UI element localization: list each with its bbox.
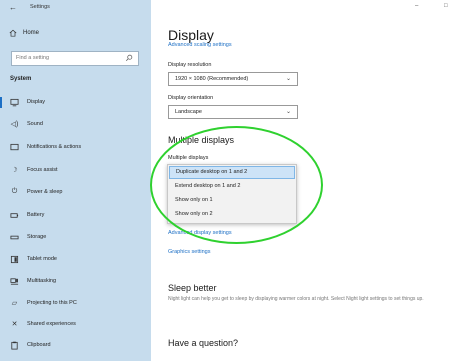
tablet-icon bbox=[10, 255, 19, 264]
sidebar-item-battery[interactable]: Battery bbox=[0, 207, 151, 223]
speaker-icon: ◁) bbox=[10, 121, 19, 128]
section-label-system: System bbox=[10, 76, 32, 82]
sidebar-item-display[interactable]: Display bbox=[0, 94, 151, 110]
monitor-icon bbox=[10, 98, 19, 107]
sidebar-item-label: Storage bbox=[27, 234, 47, 240]
resolution-dropdown[interactable]: 1920 × 1080 (Recommended) ⌄ bbox=[168, 72, 298, 86]
chevron-down-icon: ⌄ bbox=[285, 76, 291, 82]
back-arrow-icon[interactable]: ← bbox=[9, 3, 17, 12]
graphics-settings-link[interactable]: Graphics settings bbox=[168, 249, 211, 255]
sidebar-item-storage[interactable]: Storage bbox=[0, 229, 151, 245]
sidebar-item-label: Clipboard bbox=[27, 342, 51, 348]
clipboard-icon bbox=[10, 341, 19, 350]
orientation-label: Display orientation bbox=[168, 95, 214, 101]
page-title: Display bbox=[168, 27, 214, 43]
multiple-displays-label: Multiple displays bbox=[168, 155, 209, 161]
sidebar-item-focus-assist[interactable]: ☽ Focus assist bbox=[0, 162, 151, 178]
sidebar-item-label: Focus assist bbox=[27, 167, 58, 173]
sidebar-item-sound[interactable]: ◁) Sound bbox=[0, 116, 151, 132]
sidebar-item-label: Shared experiences bbox=[27, 321, 76, 327]
resolution-label: Display resolution bbox=[168, 62, 212, 68]
battery-icon bbox=[10, 211, 19, 220]
dropdown-option[interactable]: Show only on 1 bbox=[169, 194, 295, 207]
sidebar-item-notifications[interactable]: Notifications & actions bbox=[0, 139, 151, 155]
sidebar-item-label: Tablet mode bbox=[27, 256, 57, 262]
sidebar-item-shared-experiences[interactable]: ✕ Shared experiences bbox=[0, 316, 151, 332]
sidebar-item-label: Notifications & actions bbox=[27, 144, 82, 150]
advanced-scaling-link[interactable]: Advanced scaling settings bbox=[168, 42, 232, 48]
app-title: Settings bbox=[30, 4, 50, 10]
dropdown-option[interactable]: Duplicate desktop on 1 and 2 bbox=[169, 166, 295, 179]
resolution-value: 1920 × 1080 (Recommended) bbox=[175, 76, 249, 82]
search-input[interactable]: Find a setting bbox=[11, 51, 139, 66]
home-label: Home bbox=[23, 30, 40, 36]
title-bar: ← Settings bbox=[0, 0, 151, 16]
chevron-down-icon: ⌄ bbox=[285, 109, 291, 115]
orientation-value: Landscape bbox=[175, 109, 202, 115]
sidebar-item-label: Sound bbox=[27, 121, 43, 127]
dropdown-option[interactable]: Extend desktop on 1 and 2 bbox=[169, 180, 295, 193]
sidebar-item-label: Battery bbox=[27, 212, 45, 218]
sleep-better-heading: Sleep better bbox=[168, 283, 217, 293]
sidebar-item-power-sleep[interactable]: ⏻ Power & sleep bbox=[0, 184, 151, 200]
shared-experiences-icon: ✕ bbox=[11, 321, 18, 328]
multitasking-icon bbox=[10, 277, 19, 286]
sidebar-item-tablet-mode[interactable]: Tablet mode bbox=[0, 251, 151, 267]
moon-icon: ☽ bbox=[11, 167, 18, 174]
multiple-displays-heading: Multiple displays bbox=[168, 135, 235, 145]
sidebar-item-clipboard[interactable]: Clipboard bbox=[0, 337, 151, 353]
multiple-displays-dropdown-menu: Duplicate desktop on 1 and 2 Extend desk… bbox=[167, 164, 297, 224]
night-light-description: Night light can help you get to sleep by… bbox=[168, 296, 424, 302]
advanced-display-settings-link[interactable]: Advanced display settings bbox=[168, 230, 296, 237]
main-content: – □ Display Advanced scaling settings Di… bbox=[151, 0, 463, 361]
search-icon bbox=[125, 54, 133, 62]
projecting-icon: ▱ bbox=[11, 300, 18, 307]
sidebar-item-label: Multitasking bbox=[27, 278, 57, 284]
home-link[interactable]: Home bbox=[9, 29, 39, 37]
search-placeholder: Find a setting bbox=[16, 55, 50, 61]
orientation-dropdown[interactable]: Landscape ⌄ bbox=[168, 105, 298, 119]
power-icon: ⏻ bbox=[11, 188, 18, 195]
sidebar-item-multitasking[interactable]: Multitasking bbox=[0, 273, 151, 289]
minimize-button[interactable]: – bbox=[415, 3, 418, 9]
sidebar-item-label: Projecting to this PC bbox=[27, 300, 77, 306]
dropdown-option[interactable]: Show only on 2 bbox=[169, 208, 295, 221]
sidebar-item-label: Display bbox=[27, 99, 46, 105]
notifications-icon bbox=[10, 143, 19, 152]
sidebar-item-label: Power & sleep bbox=[27, 189, 63, 195]
sidebar: ← Settings Home Find a setting System Di… bbox=[0, 0, 151, 361]
sidebar-item-projecting[interactable]: ▱ Projecting to this PC bbox=[0, 295, 151, 311]
home-icon bbox=[9, 29, 17, 37]
maximize-button[interactable]: □ bbox=[444, 3, 448, 9]
storage-icon bbox=[10, 233, 19, 242]
have-a-question-heading: Have a question? bbox=[168, 338, 239, 348]
